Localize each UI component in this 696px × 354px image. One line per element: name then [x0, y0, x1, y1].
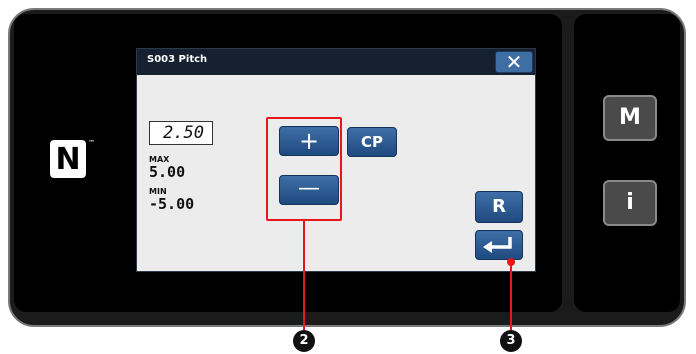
callout-lines [303, 221, 515, 336]
callout-2: 2 [293, 330, 315, 352]
callout-3: 3 [500, 330, 522, 352]
